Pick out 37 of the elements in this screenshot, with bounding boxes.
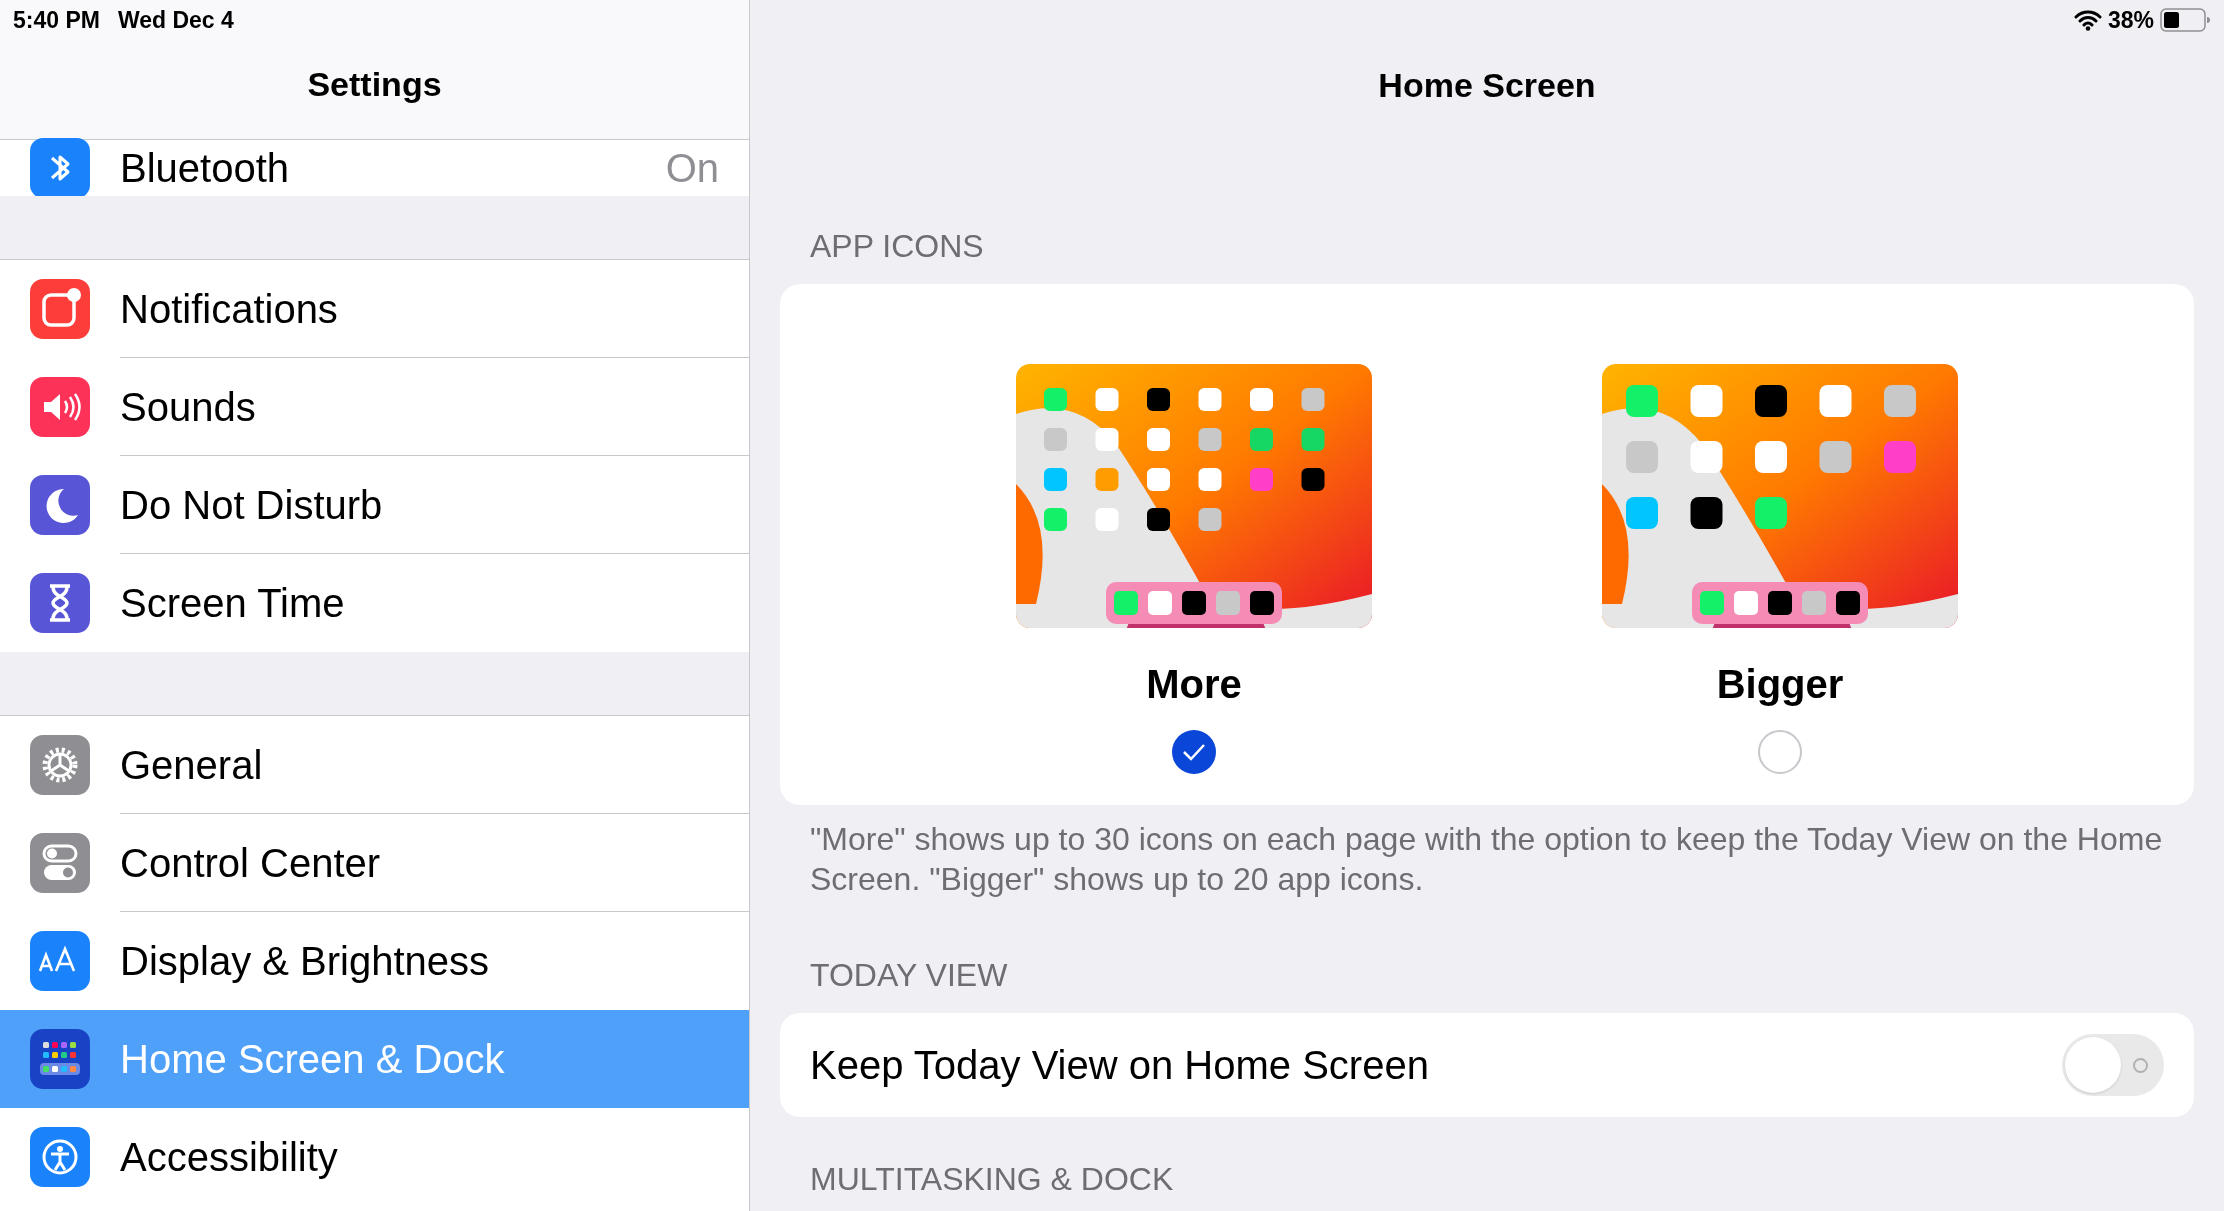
battery-icon [2160,8,2210,32]
notification-badge-icon [30,279,90,339]
row-label: Do Not Disturb [120,481,384,529]
speaker-icon [30,377,90,437]
hourglass-icon [30,573,90,633]
section-footer: "More" shows up to 30 icons on each page with the option to keep the Today View on the Home Screen. "Bigger" shows up to 20 app icons. [810,819,2164,899]
battery-percent: 38% [2107,5,2154,35]
row-label: Bluetooth [120,145,291,192]
radio-button[interactable] [1758,730,1802,774]
option-label: More [1146,661,1242,708]
wifi-icon [2073,9,2102,31]
accessibility-icon [30,1127,90,1187]
row-label: Sounds [120,383,257,431]
toggles-icon [30,833,90,893]
section-header: TODAY VIEW [810,956,1009,995]
row-label: General [120,741,264,789]
row-label: Control Center [120,839,382,887]
row-label: Screen Time [120,580,346,627]
section-header: APP ICONS [810,227,985,266]
moon-icon [30,475,90,535]
status-time: 5:40 PM [13,5,100,35]
radio-button[interactable] [1172,730,1216,774]
page-title: Home Screen [1377,64,1597,106]
row-label: Home Screen & Dock [120,1036,506,1083]
status-date: Wed Dec 4 [117,5,234,35]
row-value: On [665,145,719,192]
sidebar-title: Settings [306,64,443,105]
gear-icon [30,735,90,795]
row-label: Display & Brightness [120,938,491,985]
letters-icon [30,931,90,991]
checkmark-icon [1182,743,1206,761]
setting-label: Keep Today View on Home Screen [810,1042,1430,1089]
option-label: Bigger [1716,661,1844,708]
app-grid-icon [30,1029,90,1089]
row-label: Notifications [120,285,339,333]
section-header: MULTITASKING & DOCK [810,1160,1175,1199]
row-label: Accessibility [120,1134,339,1181]
